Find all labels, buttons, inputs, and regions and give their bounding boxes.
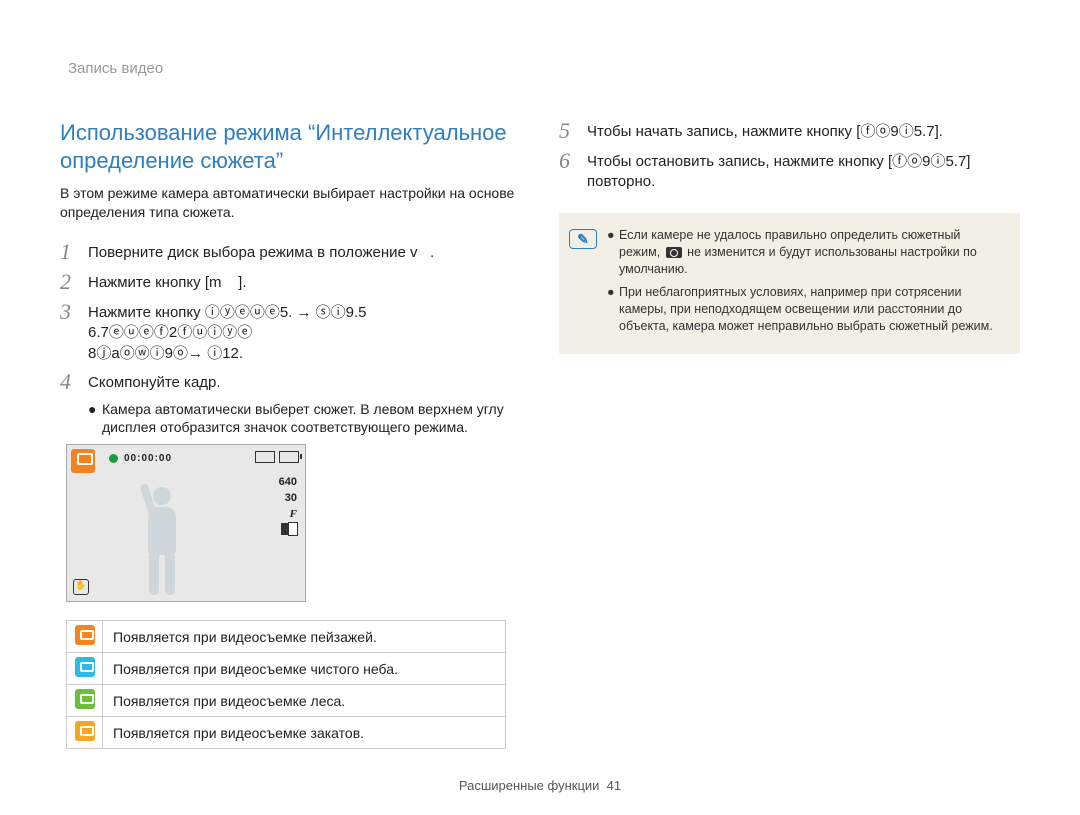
stabilization-icon: [73, 579, 89, 595]
step-text: Нажмите кнопку ⓘⓨⓔⓤⓔ5. → ⓢⓘ9.5 6.7ⓔⓤⓔⓕ2ⓕ…: [88, 300, 521, 364]
step-number: 4: [60, 370, 88, 394]
step-number: 1: [60, 240, 88, 264]
note-icon: ✎: [569, 229, 597, 249]
record-indicator: 00:00:00: [109, 453, 172, 464]
camera-icon: [666, 247, 682, 258]
right-column: 5 Чтобы начать запись, нажмите кнопку [ⓕ…: [559, 119, 1020, 749]
note-bullet-2: ● При неблагоприятных условиях, например…: [607, 284, 1004, 335]
step-number: 2: [60, 270, 88, 294]
step-number: 5: [559, 119, 587, 143]
step-text: Нажмите кнопку [m ].: [88, 270, 247, 293]
left-column: Использование режима “Интеллектуальное о…: [60, 119, 521, 749]
footer-label: Расширенные функции: [459, 778, 600, 793]
person-silhouette-icon: [137, 487, 187, 597]
page-footer: Расширенные функции 41: [0, 778, 1080, 793]
step-text: Поверните диск выбора режима в положение…: [88, 240, 434, 263]
landscape-scene-icon: [75, 625, 95, 645]
step-text: Скомпонуйте кадр.: [88, 370, 221, 393]
note-bullet-1: ● Если камере не удалось правильно опред…: [607, 227, 1004, 278]
intro-text: В этом режиме камера автоматически выбир…: [60, 184, 521, 222]
table-row: Появляется при видеосъемке леса.: [67, 685, 506, 717]
display-values: 640 30 F: [279, 475, 297, 539]
table-row: Появляется при видеосъемке закатов.: [67, 717, 506, 749]
resolution-value: 640: [279, 475, 297, 491]
memory-card-icon: [255, 451, 275, 463]
legend-text: Появляется при видеосъемке чистого неба.: [103, 653, 506, 685]
legend-text: Появляется при видеосъемке леса.: [103, 685, 506, 717]
step-number: 6: [559, 149, 587, 173]
forest-scene-icon: [75, 689, 95, 709]
section-heading: Использование режима “Интеллектуальное о…: [60, 119, 521, 174]
sunset-scene-icon: [75, 721, 95, 741]
record-dot-icon: [109, 454, 118, 463]
step-1: 1 Поверните диск выбора режима в положен…: [60, 240, 521, 264]
step-5: 5 Чтобы начать запись, нажмите кнопку [ⓕ…: [559, 119, 1020, 143]
scene-legend-table: Появляется при видеосъемке пейзажей. Поя…: [66, 620, 506, 749]
step-6: 6 Чтобы остановить запись, нажмите кнопк…: [559, 149, 1020, 191]
battery-icon: [279, 451, 299, 463]
bw-icon: [281, 523, 297, 535]
step-4: 4 Скомпонуйте кадр.: [60, 370, 521, 394]
step-text: Чтобы начать запись, нажмите кнопку [ⓕⓞ9…: [587, 119, 943, 142]
table-row: Появляется при видеосъемке пейзажей.: [67, 621, 506, 653]
page-number: 41: [607, 778, 621, 793]
step-number: 3: [60, 300, 88, 324]
f-symbol: F: [279, 507, 297, 523]
breadcrumb: Запись видео: [60, 60, 1020, 77]
step-3: 3 Нажмите кнопку ⓘⓨⓔⓤⓔ5. → ⓢⓘ9.5 6.7ⓔⓤⓔⓕ…: [60, 300, 521, 364]
step-text: Чтобы остановить запись, нажмите кнопку …: [587, 149, 1020, 191]
sky-scene-icon: [75, 657, 95, 677]
legend-text: Появляется при видеосъемке закатов.: [103, 717, 506, 749]
table-row: Появляется при видеосъемке чистого неба.: [67, 653, 506, 685]
record-time: 00:00:00: [124, 453, 172, 464]
step-4-bullet: ●Камера автоматически выберет сюжет. В л…: [88, 400, 521, 436]
smart-mode-badge-icon: [71, 449, 95, 473]
camera-display: 00:00:00 640 30 F: [66, 444, 306, 602]
legend-text: Появляется при видеосъемке пейзажей.: [103, 621, 506, 653]
step-2: 2 Нажмите кнопку [m ].: [60, 270, 521, 294]
fps-value: 30: [279, 491, 297, 507]
info-note-box: ✎ ● Если камере не удалось правильно опр…: [559, 213, 1020, 354]
